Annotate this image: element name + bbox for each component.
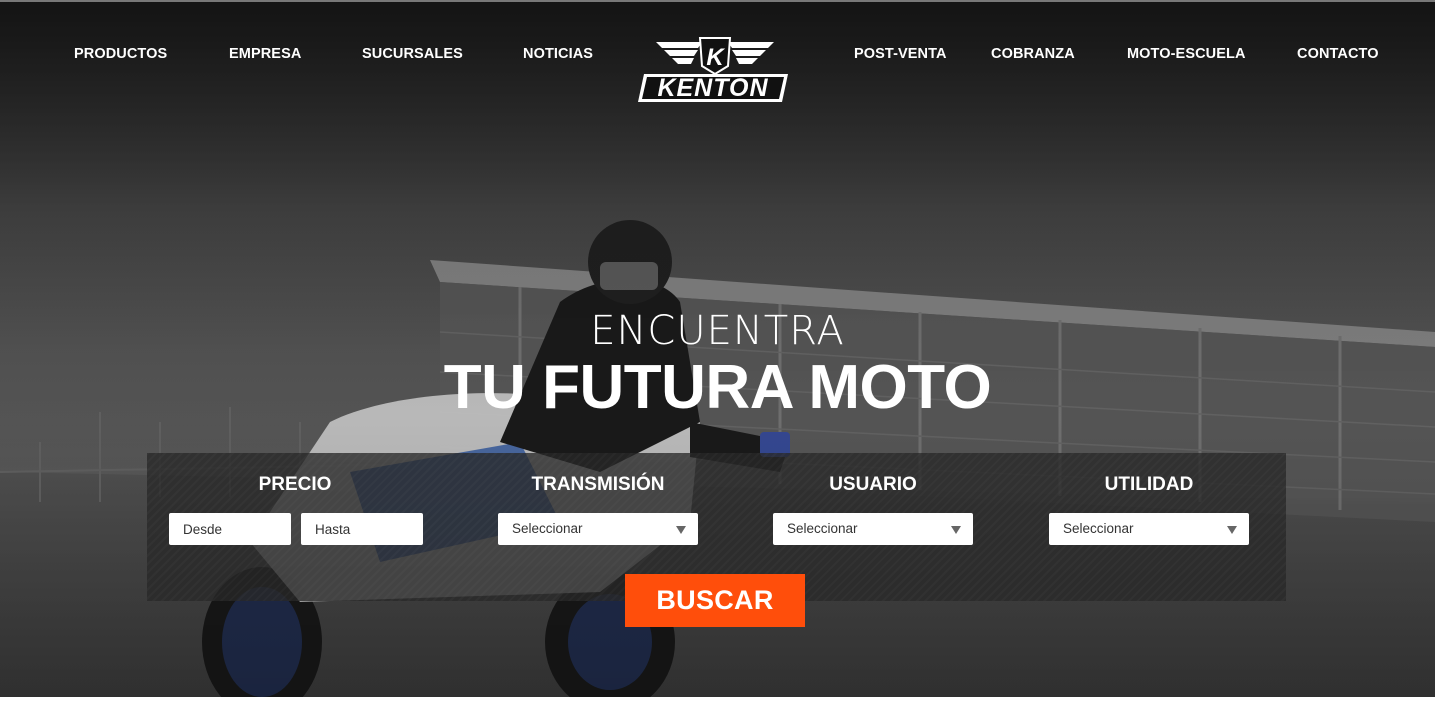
nav-item-cobranza[interactable]: COBRANZA bbox=[991, 46, 1075, 62]
buscar-button[interactable]: BUSCAR bbox=[625, 574, 805, 627]
utilidad-select-value: Seleccionar bbox=[1063, 521, 1134, 536]
nav-item-productos[interactable]: PRODUCTOS bbox=[74, 46, 167, 62]
hero-title: TU FUTURA MOTO bbox=[443, 353, 992, 422]
chevron-down-icon bbox=[676, 526, 686, 534]
nav-item-contacto[interactable]: CONTACTO bbox=[1297, 46, 1379, 62]
kenton-logo[interactable]: K KENTON bbox=[636, 36, 794, 106]
svg-text:K: K bbox=[706, 44, 725, 71]
utilidad-select[interactable]: Seleccionar bbox=[1049, 513, 1249, 545]
usuario-select-value: Seleccionar bbox=[787, 521, 858, 536]
nav-item-moto-escuela[interactable]: MOTO-ESCUELA bbox=[1127, 46, 1246, 62]
usuario-label: USUARIO bbox=[829, 474, 917, 495]
utilidad-label: UTILIDAD bbox=[1104, 474, 1194, 495]
transmision-label: TRANSMISIÓN bbox=[531, 474, 665, 495]
precio-hasta-input[interactable] bbox=[301, 513, 423, 545]
transmision-select-value: Seleccionar bbox=[512, 521, 583, 536]
precio-desde-input[interactable] bbox=[169, 513, 291, 545]
hero-subtitle: ENCUENTRA bbox=[590, 308, 845, 354]
logo-wordmark: KENTON bbox=[657, 74, 768, 102]
nav-item-empresa[interactable]: EMPRESA bbox=[229, 46, 301, 62]
hero-section: PRODUCTOS EMPRESA SUCURSALES NOTICIAS K … bbox=[0, 0, 1435, 697]
transmision-select[interactable]: Seleccionar bbox=[498, 513, 698, 545]
nav-item-post-venta[interactable]: POST-VENTA bbox=[854, 46, 947, 62]
chevron-down-icon bbox=[951, 526, 961, 534]
chevron-down-icon bbox=[1227, 526, 1237, 534]
nav-item-noticias[interactable]: NOTICIAS bbox=[523, 46, 593, 62]
nav-item-sucursales[interactable]: SUCURSALES bbox=[362, 46, 463, 62]
precio-label: PRECIO bbox=[258, 474, 332, 495]
usuario-select[interactable]: Seleccionar bbox=[773, 513, 973, 545]
main-nav: PRODUCTOS EMPRESA SUCURSALES NOTICIAS K … bbox=[0, 2, 1435, 112]
kenton-logo-icon: K KENTON bbox=[638, 37, 788, 102]
